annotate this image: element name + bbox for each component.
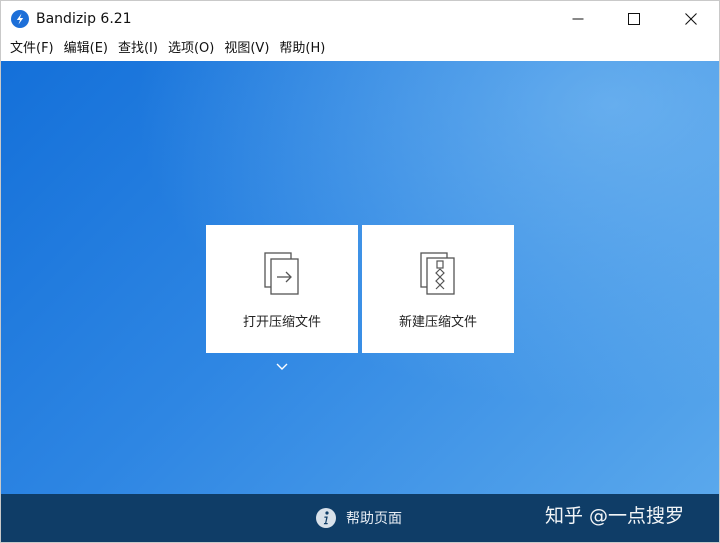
app-window: Bandizip 6.21 文件(F) 编辑(E) 查找(I) 选项(O) 视图… (0, 0, 720, 543)
help-page-label: 帮助页面 (346, 511, 402, 527)
menu-edit[interactable]: 编辑(E) (59, 38, 113, 60)
minimize-icon (572, 18, 584, 20)
close-icon (685, 13, 697, 25)
bandizip-logo-icon (11, 10, 29, 28)
open-archive-icon (264, 252, 299, 295)
close-button[interactable] (663, 1, 719, 37)
menu-help[interactable]: 帮助(H) (274, 38, 330, 60)
menu-options[interactable]: 选项(O) (163, 38, 219, 60)
zip-file-icon (420, 252, 455, 295)
menu-view[interactable]: 视图(V) (219, 38, 274, 60)
new-archive-button[interactable]: 新建压缩文件 (362, 225, 514, 353)
chevron-down-icon[interactable] (274, 361, 290, 373)
main-panel: 打开压缩文件 新建压缩文件 (1, 61, 719, 494)
menu-find[interactable]: 查找(I) (113, 38, 163, 60)
new-archive-label: 新建压缩文件 (398, 315, 477, 330)
help-page-link[interactable]: 帮助页面 (315, 507, 402, 529)
menu-bar: 文件(F) 编辑(E) 查找(I) 选项(O) 视图(V) 帮助(H) (1, 37, 719, 61)
open-archive-button[interactable]: 打开压缩文件 (206, 225, 358, 353)
window-title: Bandizip 6.21 (36, 11, 132, 27)
info-icon (316, 508, 336, 528)
minimize-button[interactable] (550, 1, 606, 37)
title-bar[interactable]: Bandizip 6.21 (1, 1, 719, 37)
maximize-icon (628, 13, 640, 25)
footer-bar: 帮助页面 知乎 @一点搜罗 (1, 494, 719, 542)
menu-file[interactable]: 文件(F) (5, 38, 59, 60)
maximize-button[interactable] (606, 1, 662, 37)
watermark-text: 知乎 @一点搜罗 (545, 505, 685, 527)
background-glow (1, 61, 719, 494)
open-archive-label: 打开压缩文件 (242, 315, 321, 330)
